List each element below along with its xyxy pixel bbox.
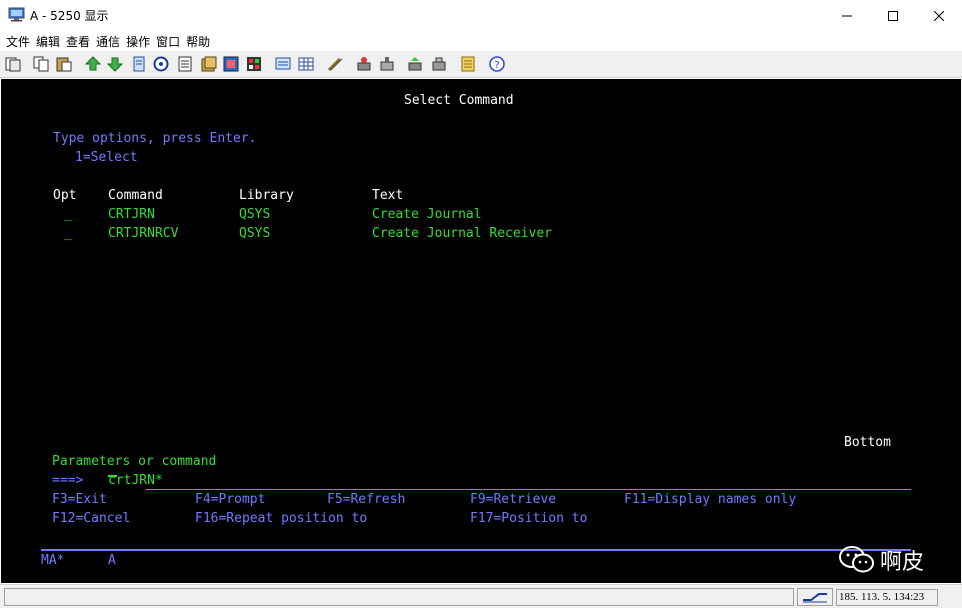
fkey-f4[interactable]: F4=Prompt — [195, 492, 265, 508]
menu-help[interactable]: 帮助 — [186, 31, 210, 51]
macro-button[interactable] — [176, 55, 194, 73]
receive-file-icon — [107, 57, 123, 72]
row-1-command: CRTJRN — [108, 207, 155, 222]
title-bar: A - 5250 显示 — [0, 0, 962, 31]
fkey-f17[interactable]: F17=Position to — [470, 511, 587, 527]
menu-actions[interactable]: 操作 — [126, 31, 150, 51]
fkey-f3[interactable]: F3=Exit — [52, 492, 107, 508]
row-1-opt-input[interactable]: _ — [64, 207, 72, 223]
text-cursor — [108, 475, 117, 477]
help-icon: ? — [489, 56, 505, 72]
copy-button[interactable] — [32, 55, 50, 73]
pencil-button[interactable] — [326, 55, 344, 73]
status-message-field — [4, 588, 794, 606]
window-title: A - 5250 显示 — [30, 9, 109, 23]
status-bar: 185. 113. 5. 134:23 — [0, 584, 962, 608]
color-icon — [223, 56, 239, 72]
menu-window[interactable]: 窗口 — [156, 31, 180, 51]
display-button[interactable] — [245, 55, 263, 73]
minimize-button[interactable] — [824, 0, 870, 31]
keypad-button[interactable] — [200, 55, 218, 73]
minimize-icon — [842, 15, 852, 16]
print-button[interactable] — [130, 55, 148, 73]
copy-screen-icon — [5, 57, 21, 72]
print-icon — [133, 56, 145, 72]
keypad-icon — [201, 56, 217, 72]
row-2-command: CRTJRNRCV — [108, 226, 179, 241]
maximize-icon — [888, 10, 898, 21]
copy-screen-button[interactable] — [4, 55, 22, 73]
help-button[interactable]: ? — [488, 55, 506, 73]
notes-icon — [461, 56, 475, 72]
terminal-screen[interactable]: Select Command Type options, press Enter… — [1, 79, 961, 583]
screen-icon — [275, 57, 291, 70]
option-select: 1=Select — [75, 150, 138, 165]
status-separator — [41, 549, 911, 551]
toolbar: ? — [0, 51, 962, 78]
row-2-library: QSYS — [239, 226, 271, 241]
host-icon — [432, 57, 446, 71]
send-file-button[interactable] — [84, 55, 102, 73]
paste-icon — [56, 57, 72, 72]
close-icon — [934, 10, 944, 21]
wechat-icon — [839, 546, 874, 573]
header-library: Library — [239, 188, 294, 203]
status-indicator: MA* — [41, 553, 65, 568]
watermark-text: 啊皮 — [880, 550, 925, 575]
menu-communication[interactable]: 通信 — [96, 31, 120, 51]
connection-status — [797, 588, 833, 606]
fkey-f5[interactable]: F5=Refresh — [327, 492, 405, 508]
header-text: Text — [372, 188, 404, 203]
watermark: 啊皮 — [838, 544, 924, 576]
receive-file-button[interactable] — [106, 55, 124, 73]
instructions: Type options, press Enter. — [53, 131, 257, 146]
host-button[interactable] — [430, 55, 448, 73]
params-label: Parameters or command — [52, 454, 217, 469]
fkey-f16[interactable]: F16=Repeat position to — [195, 511, 367, 527]
menu-bar: 文件 编辑 查看 通信 操作 窗口 帮助 — [0, 31, 962, 51]
connect-button[interactable] — [406, 55, 424, 73]
grid-button[interactable] — [297, 55, 315, 73]
maximize-button[interactable] — [870, 0, 916, 31]
menu-edit[interactable]: 编辑 — [36, 31, 60, 51]
connect-alt-icon — [380, 57, 394, 71]
session-id: A — [108, 553, 116, 568]
send-file-icon — [85, 56, 101, 71]
screen-button[interactable] — [274, 55, 292, 73]
disconnect-icon — [357, 57, 371, 71]
header-opt: Opt — [53, 188, 77, 203]
row-2-opt-input[interactable]: _ — [64, 226, 72, 242]
bottom-indicator: Bottom — [844, 435, 891, 450]
screen-title: Select Command — [404, 93, 514, 108]
host-address: 185. 113. 5. 134:23 — [836, 589, 938, 606]
connection-icon — [803, 593, 827, 603]
menu-file[interactable]: 文件 — [6, 31, 30, 51]
monitor-icon — [8, 7, 25, 22]
menu-view[interactable]: 查看 — [66, 31, 90, 51]
notes-button[interactable] — [459, 55, 477, 73]
fkey-f11[interactable]: F11=Display names only — [624, 492, 796, 508]
record-icon — [153, 56, 169, 72]
disconnect-button[interactable] — [355, 55, 373, 73]
fkey-f12[interactable]: F12=Cancel — [52, 511, 130, 527]
color-button[interactable] — [222, 55, 240, 73]
macro-icon — [178, 56, 192, 72]
display-icon — [247, 57, 261, 71]
pencil-icon — [327, 57, 343, 72]
paste-button[interactable] — [55, 55, 73, 73]
row-1-text: Create Journal — [372, 207, 482, 222]
connect-alt-button[interactable] — [378, 55, 396, 73]
close-button[interactable] — [916, 0, 962, 31]
connect-icon — [408, 57, 422, 71]
record-button[interactable] — [152, 55, 170, 73]
fkey-f9[interactable]: F9=Retrieve — [470, 492, 556, 508]
copy-icon — [33, 56, 49, 72]
row-1-library: QSYS — [239, 207, 271, 222]
command-underline — [146, 489, 911, 490]
header-command: Command — [108, 188, 163, 203]
svg-text:?: ? — [494, 60, 499, 71]
row-2-text: Create Journal Receiver — [372, 226, 553, 241]
command-prompt: ===> — [52, 473, 84, 488]
grid-icon — [298, 57, 314, 71]
